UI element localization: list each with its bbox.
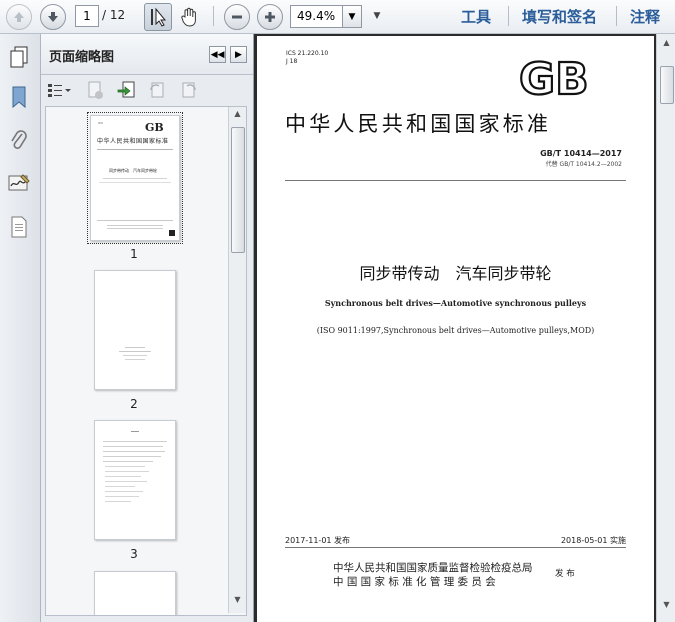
document-icon (11, 216, 27, 238)
fill-sign-button[interactable]: 填写和签名 (522, 6, 597, 27)
page-total: / 12 (102, 8, 126, 22)
doc-replaces: 代替 GB/T 10414.2—2002 (545, 161, 622, 168)
doc-code: GB/T 10414—2017 (540, 149, 622, 158)
double-chevron-left-icon: ◀◀ (210, 49, 225, 60)
page-number-input[interactable]: 1 (75, 5, 99, 27)
thumb-label-1: 1 (130, 247, 138, 261)
tools-button[interactable]: 工具 (461, 6, 491, 27)
panel-title: 页面缩略图 (49, 50, 115, 65)
doc-ccs: J 18 (286, 58, 298, 65)
scroll-down-arrow-icon[interactable]: ▼ (657, 600, 675, 614)
svg-text:GB: GB (519, 56, 589, 100)
panel-toolbar (41, 75, 253, 105)
document-viewer[interactable]: ICS 21.220.10 J 18 GB 中华人民共和国国家标准 GB/T 1… (254, 34, 675, 622)
insert-page-button[interactable] (117, 80, 137, 100)
signatures-toggle[interactable] (6, 170, 32, 196)
page-thumbnail-1[interactable]: ICS GB 中华人民共和国国家标准 同步带传动 汽车同步带轮 (87, 112, 183, 244)
chevron-down-icon: ▼ (373, 11, 381, 21)
toolbar: 1 / 12 49.4% ▼ ▼ 工具 填写和签名 注释 (0, 0, 675, 34)
thumb-label-2: 2 (130, 397, 138, 411)
thumb-logo: GB (145, 121, 164, 134)
minus-icon (232, 15, 242, 19)
delete-page-button[interactable] (85, 80, 105, 100)
arrow-down-icon (48, 12, 58, 22)
doc-effective-date: 2018-05-01 实施 (560, 536, 626, 545)
scrollbar-thumb[interactable] (231, 127, 245, 253)
hand-icon (181, 7, 196, 27)
gb-logo-icon: GB (518, 53, 590, 106)
plus-icon (265, 12, 275, 22)
navigation-bar (0, 34, 41, 622)
rotate-right-icon (182, 82, 196, 98)
toolbar-options-button[interactable]: ▼ (370, 8, 384, 24)
select-tool-button[interactable] (144, 3, 172, 31)
options-menu-button[interactable] (47, 80, 73, 100)
rotate-cw-button[interactable] (179, 80, 199, 100)
scroll-up-arrow-icon[interactable]: ▲ (229, 109, 246, 123)
thumbnails-panel: 页面缩略图 ◀◀ ▶ ICS GB 中华人民共和国国家标准 同步带传动 汽车同步… (41, 34, 254, 622)
doc-issue-word: 发 布 (555, 569, 575, 579)
thumb-standard-title: 中华人民共和国国家标准 (97, 138, 169, 145)
page-thumbnails-toggle[interactable] (6, 44, 32, 70)
scroll-up-arrow-icon[interactable]: ▲ (657, 38, 675, 52)
rotate-ccw-button[interactable] (147, 80, 167, 100)
panel-header: 页面缩略图 ◀◀ ▶ (41, 34, 253, 75)
doc-issuer-2: 中 国 国 家 标 准 化 管 理 委 员 会 (333, 576, 496, 588)
zoom-in-button[interactable] (257, 4, 283, 30)
thumbnail-list[interactable]: ICS GB 中华人民共和国国家标准 同步带传动 汽车同步带轮 1 2 3 ▲ … (45, 106, 247, 616)
chevron-right-icon: ▶ (235, 49, 242, 60)
document-scrollbar[interactable]: ▲ ▼ (656, 34, 675, 622)
page-thumbnail-2[interactable] (94, 270, 176, 390)
insert-page-icon (117, 81, 135, 98)
thumb-label-3: 3 (130, 547, 138, 561)
doc-title-en: Synchronous belt drives—Automotive synch… (324, 298, 587, 308)
delete-page-icon (88, 81, 103, 99)
document-page: ICS 21.220.10 J 18 GB 中华人民共和国国家标准 GB/T 1… (257, 36, 654, 622)
gb-logo: GB (518, 53, 607, 106)
doc-ics: ICS 21.220.10 (286, 50, 329, 57)
thumbnail-scrollbar[interactable]: ▲ ▼ (228, 107, 246, 613)
scrollbar-thumb[interactable] (660, 66, 674, 104)
pages-icon (10, 46, 28, 68)
paperclip-icon (11, 130, 27, 149)
page-thumbnail-3[interactable] (94, 420, 176, 540)
list-options-icon (48, 84, 71, 97)
cursor-icon (151, 7, 167, 27)
arrow-up-icon (14, 12, 24, 22)
zoom-select[interactable]: 49.4% ▼ (290, 5, 362, 28)
bookmarks-toggle[interactable] (6, 84, 32, 110)
attachments-toggle[interactable] (6, 128, 32, 154)
previous-page-button[interactable] (6, 4, 32, 30)
rotate-left-icon (150, 82, 164, 98)
content-toggle[interactable] (6, 214, 32, 240)
zoom-value: 49.4% (297, 9, 336, 23)
bookmark-icon (12, 86, 26, 109)
thumb-ics: ICS (98, 121, 103, 125)
expand-panel-button[interactable]: ▶ (230, 46, 247, 63)
next-page-button[interactable] (40, 4, 66, 30)
comment-button[interactable]: 注释 (630, 6, 660, 27)
hand-tool-button[interactable] (177, 4, 203, 30)
chevron-down-icon[interactable]: ▼ (342, 6, 361, 27)
page-thumbnail-4[interactable] (94, 571, 176, 615)
thumb-title: 同步带传动 汽车同步带轮 (109, 168, 157, 173)
doc-issuer-1: 中华人民共和国国家质量监督检验检疫总局 (333, 562, 533, 574)
scroll-down-arrow-icon[interactable]: ▼ (229, 595, 246, 609)
doc-title-cn: 同步带传动 汽车同步带轮 (359, 264, 552, 283)
doc-publish-date: 2017-11-01 发布 (285, 536, 351, 545)
collapse-panel-button[interactable]: ◀◀ (209, 46, 226, 63)
doc-standard-title: 中华人民共和国国家标准 (285, 112, 552, 136)
signature-icon (8, 174, 30, 191)
doc-iso-ref: (ISO 9011:1997,Synchronous belt drives—A… (316, 326, 595, 335)
zoom-out-button[interactable] (224, 4, 250, 30)
thumb-viewport-marker (169, 230, 175, 236)
